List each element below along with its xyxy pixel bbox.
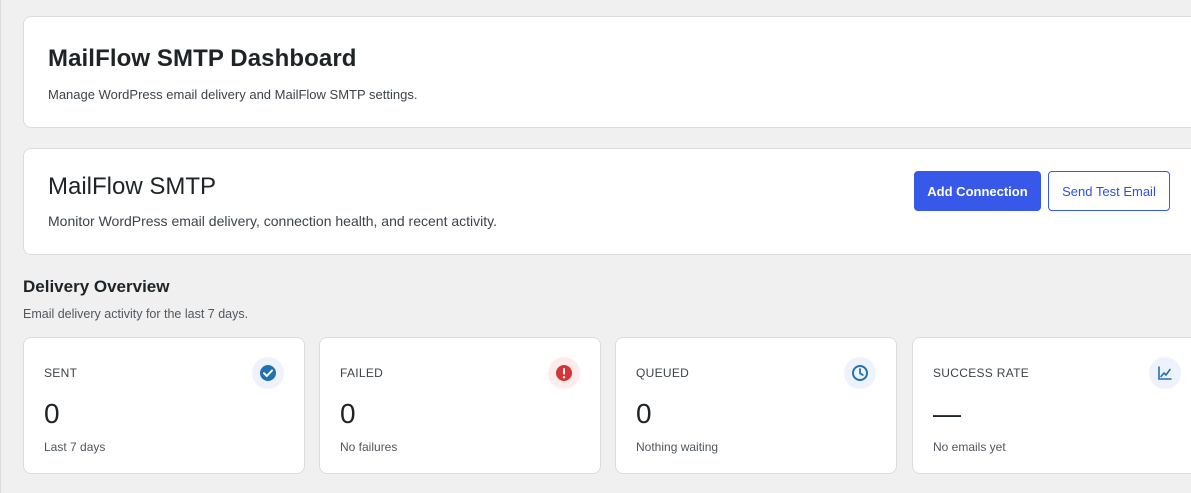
check-circle-icon xyxy=(252,357,284,389)
clock-icon xyxy=(844,357,876,389)
stat-label: QUEUED xyxy=(636,366,690,380)
stat-value: — xyxy=(933,398,961,429)
stat-description: Last 7 days xyxy=(44,440,106,454)
trend-chart-icon xyxy=(1149,357,1181,389)
stat-label: SENT xyxy=(44,366,78,380)
dashboard-header-card: MailFlow SMTP Dashboard Manage WordPress… xyxy=(23,16,1191,128)
alert-circle-icon xyxy=(548,357,580,389)
stat-description: No emails yet xyxy=(933,440,1006,454)
stat-label: FAILED xyxy=(340,366,384,380)
stat-value: 0 xyxy=(636,398,652,429)
stat-card-sent: SENT 0 Last 7 days xyxy=(23,337,305,474)
plugin-subtitle: Monitor WordPress email delivery, connec… xyxy=(48,213,497,229)
delivery-overview-title: Delivery Overview xyxy=(23,277,170,296)
page-title: MailFlow SMTP Dashboard xyxy=(48,45,357,72)
stat-card-failed: FAILED 0 No failures xyxy=(319,337,601,474)
stat-card-success-rate: SUCCESS RATE — No emails yet xyxy=(912,337,1191,474)
stat-value: 0 xyxy=(44,398,60,429)
page-subtitle: Manage WordPress email delivery and Mail… xyxy=(48,87,418,102)
delivery-overview-subtitle: Email delivery activity for the last 7 d… xyxy=(23,307,249,321)
stat-value: 0 xyxy=(340,398,356,429)
stat-card-queued: QUEUED 0 Nothing waiting xyxy=(615,337,897,474)
send-test-email-button[interactable]: Send Test Email xyxy=(1048,171,1170,211)
stat-label: SUCCESS RATE xyxy=(933,366,1030,380)
plugin-title: MailFlow SMTP xyxy=(48,173,217,200)
stat-description: No failures xyxy=(340,440,398,454)
stat-description: Nothing waiting xyxy=(636,440,719,454)
page: MailFlow SMTP Dashboard Manage WordPress… xyxy=(0,0,1191,493)
plugin-summary-card: MailFlow SMTP Monitor WordPress email de… xyxy=(23,148,1191,255)
admin-sidebar-edge xyxy=(0,0,1,493)
add-connection-button[interactable]: Add Connection xyxy=(914,171,1041,211)
